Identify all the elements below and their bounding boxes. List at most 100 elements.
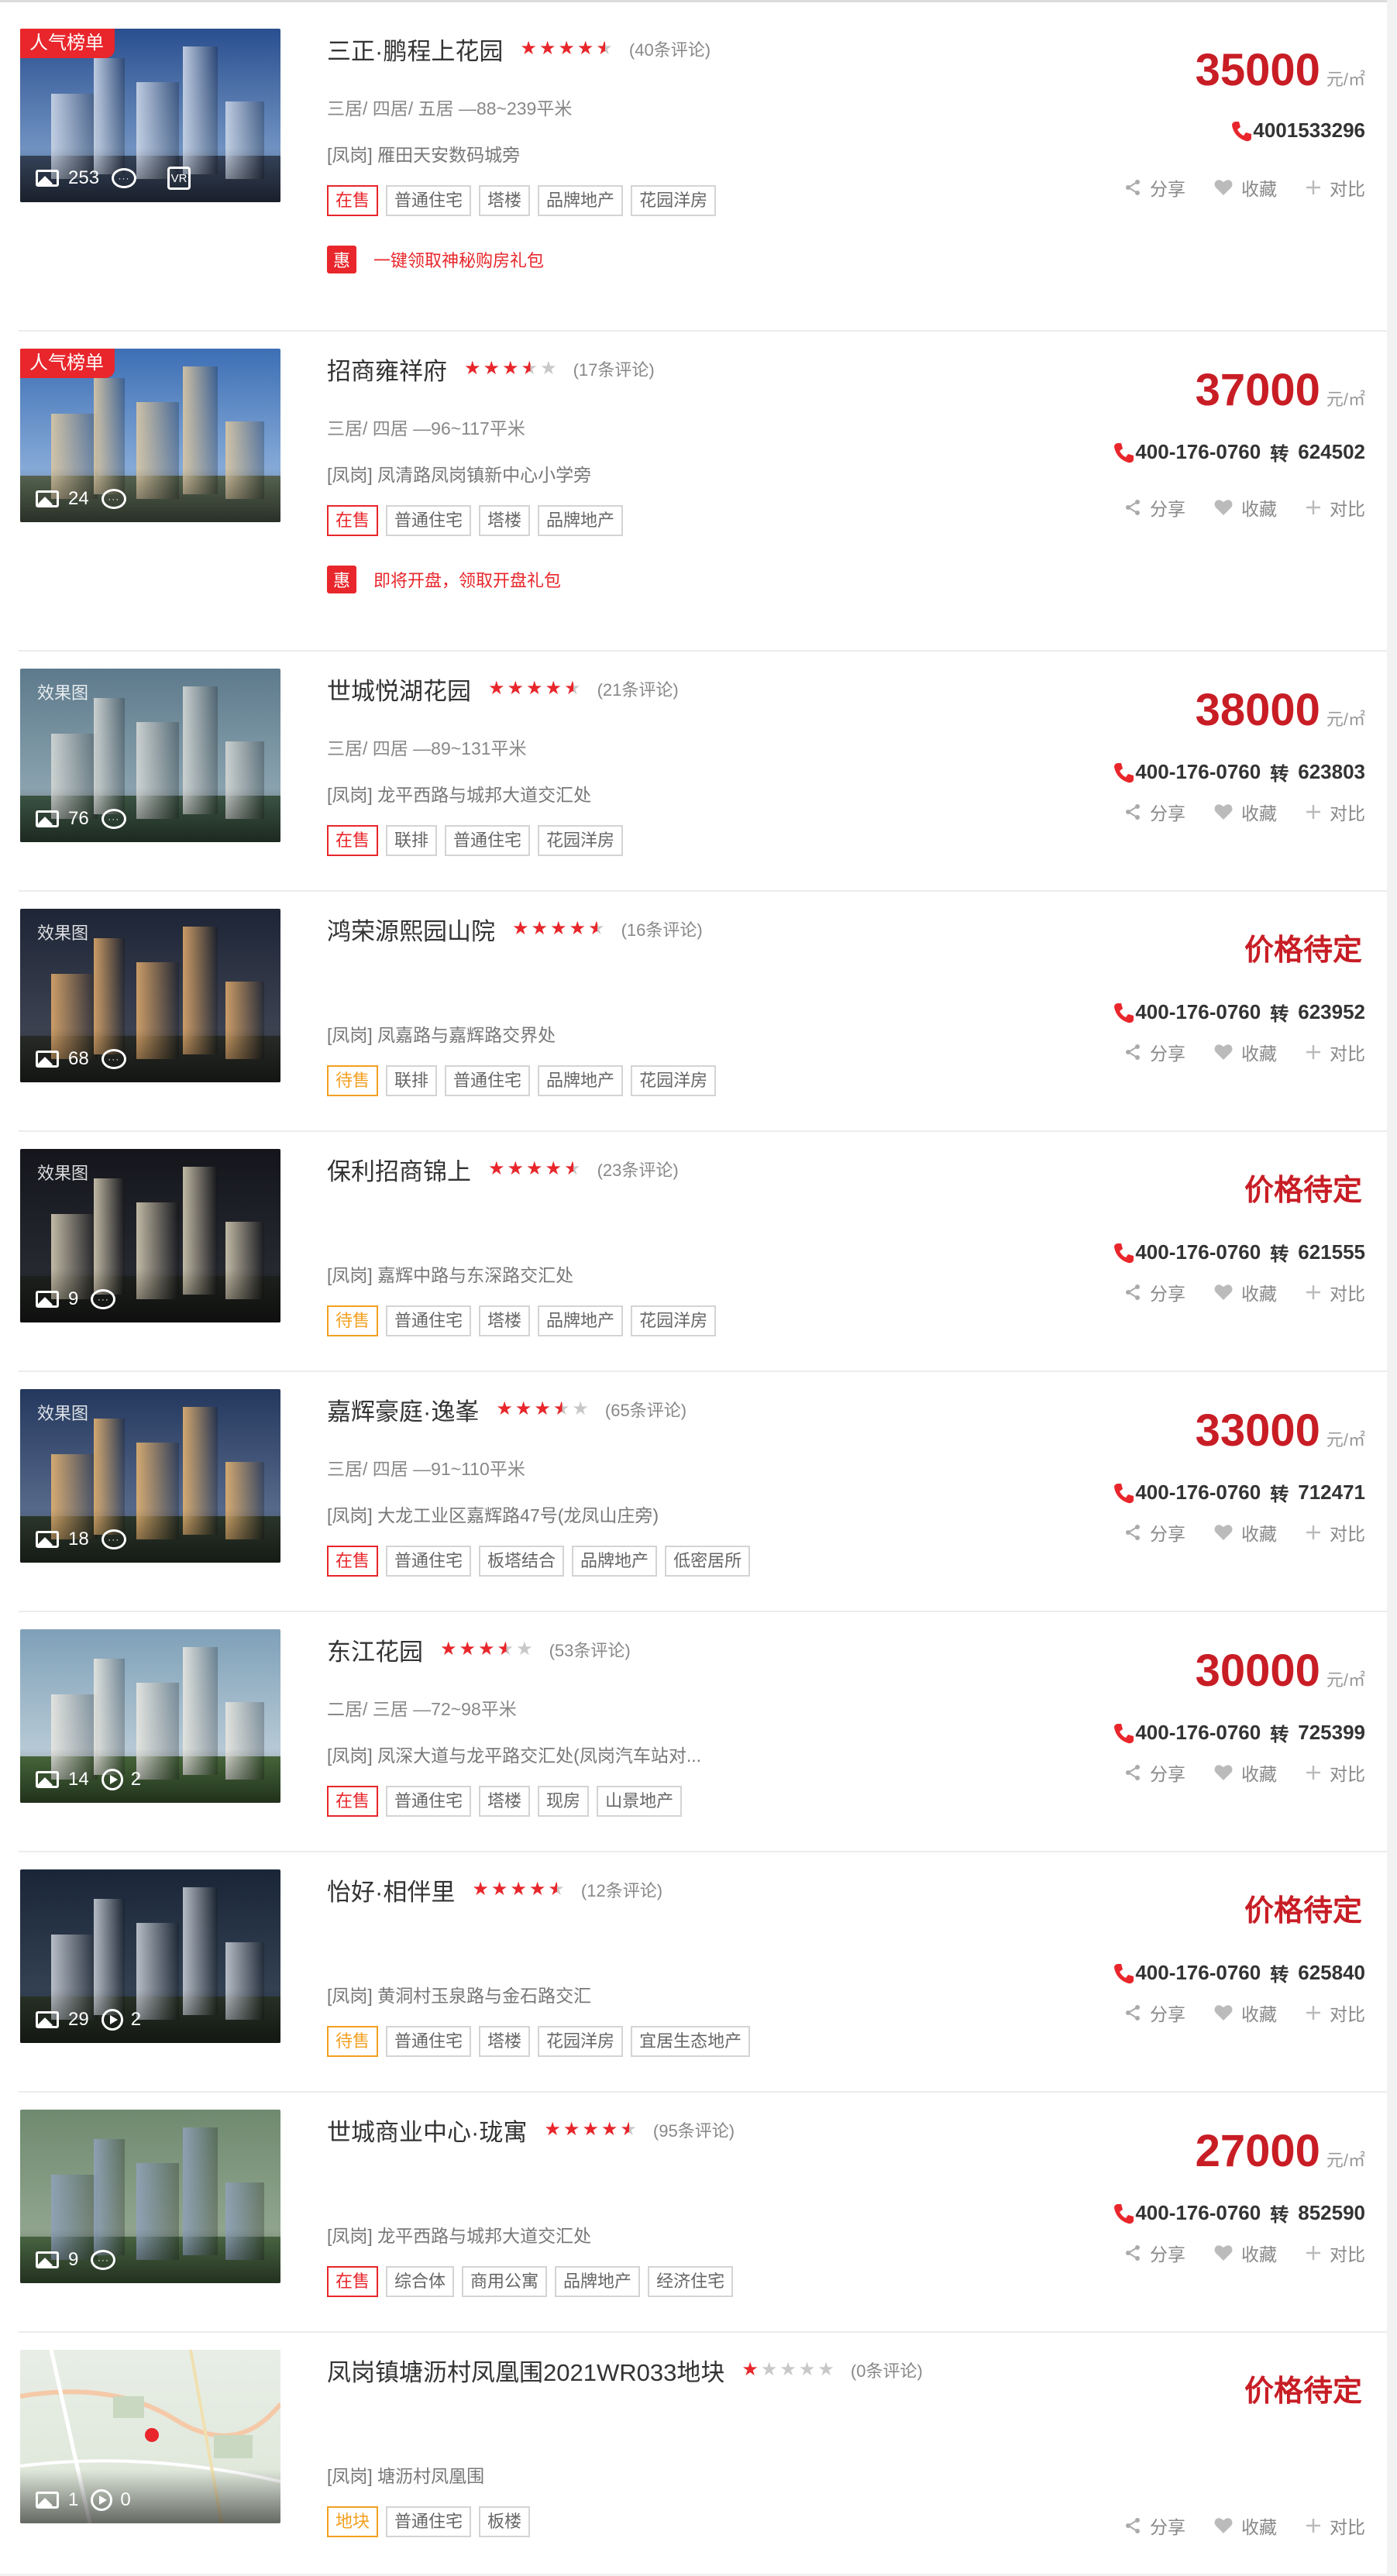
promo-banner[interactable]: 惠一键领取神秘购房礼包 <box>327 246 544 273</box>
favorite-button[interactable]: 收藏 <box>1213 2240 1277 2266</box>
review-count-link[interactable]: (21条评论) <box>597 676 679 701</box>
price-value: 35000 <box>1195 45 1320 95</box>
compare-button[interactable]: 对比 <box>1305 1519 1365 1546</box>
phone-contact[interactable]: 400-176-0760 转 852590 <box>1112 2199 1365 2227</box>
listing-title[interactable]: 东江花园 <box>327 1632 423 1667</box>
listing-info: 怡好·相伴里 ★ ★ ★ ★ ★ (12条评论) [凤岗] 黄洞村玉泉路与金石路交汇 待售 普通住… <box>327 1873 1024 2057</box>
phone-contact[interactable]: 400-176-0760 转 621555 <box>1112 1239 1365 1266</box>
feature-tag: 塔楼 <box>479 1305 531 1336</box>
review-count-link[interactable]: (95条评论) <box>653 2117 735 2142</box>
listing-item[interactable]: 1 0 凤岗镇塘沥村凤凰围2021WR033地块 ★ ★ ★ ★ ★ (0条评论) [凤岗] 塘沥… <box>0 2333 1387 2576</box>
listing-item[interactable]: 29 2 怡好·相伴里 ★ ★ ★ ★ ★ (12条评论) [凤岗] 黄洞村玉泉路与金石路交汇 待售… <box>0 1852 1387 2093</box>
listing-item[interactable]: 效果图 68 ··· 鸿荣源熙园山院 ★ ★ ★ ★ ★ (16条评论) [凤岗] 凤嘉路与嘉辉路交… <box>0 892 1387 1132</box>
review-count-link[interactable]: (53条评论) <box>549 1637 631 1662</box>
listing-title[interactable]: 世城商业中心·珑寓 <box>327 2113 527 2148</box>
compare-button[interactable]: 对比 <box>1305 2512 1365 2539</box>
share-label: 分享 <box>1150 2517 1185 2537</box>
listing-title[interactable]: 凤岗镇塘沥村凤凰围2021WR033地块 <box>327 2353 724 2388</box>
listing-item[interactable]: 效果图 76 ··· 世城悦湖花园 ★ ★ ★ ★ ★ (21条评论) 三居/ 四居 —89~131… <box>0 652 1387 892</box>
review-count-link[interactable]: (17条评论) <box>573 356 655 381</box>
compare-button[interactable]: 对比 <box>1305 494 1365 521</box>
listing-thumbnail[interactable]: 人气榜单 253 ··· VR <box>20 29 280 202</box>
share-button[interactable]: 分享 <box>1123 174 1185 201</box>
listing-title[interactable]: 招商雍祥府 <box>327 352 447 387</box>
review-count-link[interactable]: (0条评论) <box>851 2358 923 2382</box>
listing-thumbnail[interactable]: 人气榜单 24 ··· <box>20 349 280 522</box>
room-types: 三居/ 四居/ 五居 —88~239平米 <box>327 98 573 119</box>
promo-link[interactable]: 一键领取神秘购房礼包 <box>373 247 544 272</box>
review-count-link[interactable]: (12条评论) <box>581 1877 662 1902</box>
listing-item[interactable]: 9 ··· 世城商业中心·珑寓 ★ ★ ★ ★ ★ (95条评论) [凤岗] 龙平西路与城邦大道交… <box>0 2093 1387 2333</box>
phone-contact[interactable]: 400-176-0760 转 725399 <box>1112 1719 1365 1746</box>
review-count-link[interactable]: (23条评论) <box>597 1157 679 1181</box>
phone-contact[interactable]: 400-176-0760 转 625840 <box>1112 1959 1365 1986</box>
listing-title[interactable]: 三正·鹏程上花园 <box>327 32 503 67</box>
video-count: 2 <box>130 2009 142 2030</box>
favorite-button[interactable]: 收藏 <box>1213 2512 1277 2539</box>
vr-icon[interactable]: VR <box>167 167 191 190</box>
phone-contact[interactable]: 400-176-0760 转 712471 <box>1112 1479 1365 1506</box>
room-types: 三居/ 四居 —89~131平米 <box>327 738 527 758</box>
listing-title[interactable]: 世城悦湖花园 <box>327 672 471 707</box>
review-count-link[interactable]: (65条评论) <box>605 1397 686 1422</box>
compare-button[interactable]: 对比 <box>1305 1759 1365 1786</box>
promo-link[interactable]: 即将开盘，领取开盘礼包 <box>373 567 561 592</box>
listing-title[interactable]: 鸿荣源熙园山院 <box>327 912 495 947</box>
share-button[interactable]: 分享 <box>1123 2512 1185 2539</box>
video-play-icon <box>101 2009 123 2031</box>
share-button[interactable]: 分享 <box>1123 1519 1185 1546</box>
compare-button[interactable]: 对比 <box>1305 174 1365 201</box>
listing-item[interactable]: 人气榜单 24 ··· 招商雍祥府 ★ ★ ★ ★ ★ (17条评论) 三居/ 四居 —96~117… <box>0 332 1387 652</box>
phone-contact[interactable]: 400-176-0760 转 624502 <box>1112 439 1365 466</box>
listing-item[interactable]: 效果图 18 ··· 嘉辉豪庭·逸峯 ★ ★ ★ ★ ★ (65条评论) 三居/ 四居 —91~11… <box>0 1372 1387 1612</box>
phone-contact[interactable]: 4001533296 <box>1230 119 1365 143</box>
feature-tag: 塔楼 <box>479 505 531 536</box>
favorite-button[interactable]: 收藏 <box>1213 2000 1277 2026</box>
listing-thumbnail[interactable]: 14 2 <box>20 1629 280 1803</box>
phone-extension-separator: 转 <box>1270 444 1289 465</box>
listing-title[interactable]: 怡好·相伴里 <box>327 1873 455 1907</box>
share-button[interactable]: 分享 <box>1123 1039 1185 1065</box>
share-button[interactable]: 分享 <box>1123 494 1185 521</box>
promo-banner[interactable]: 惠即将开盘，领取开盘礼包 <box>327 566 561 593</box>
share-button[interactable]: 分享 <box>1123 2240 1185 2266</box>
compare-button[interactable]: 对比 <box>1305 1279 1365 1305</box>
phone-contact[interactable]: 400-176-0760 转 623803 <box>1112 758 1365 786</box>
listing-thumbnail[interactable]: 效果图 18 ··· <box>20 1389 280 1563</box>
star-icon: ★ <box>563 2119 580 2140</box>
listing-title[interactable]: 保利招商锦上 <box>327 1152 471 1187</box>
compare-button[interactable]: 对比 <box>1305 1039 1365 1065</box>
listing-item[interactable]: 人气榜单 253 ··· VR 三正·鹏程上花园 ★ ★ ★ ★ ★ (40条评论) 三居/ 四居/ … <box>0 12 1387 332</box>
favorite-button[interactable]: 收藏 <box>1213 799 1277 825</box>
compare-button[interactable]: 对比 <box>1305 2240 1365 2266</box>
star-icon: ★ <box>478 1639 495 1659</box>
listing-thumbnail[interactable]: 效果图 76 ··· <box>20 669 280 842</box>
listing-thumbnail[interactable]: 效果图 68 ··· <box>20 909 280 1082</box>
favorite-button[interactable]: 收藏 <box>1213 1759 1277 1786</box>
share-button[interactable]: 分享 <box>1123 799 1185 825</box>
listing-item[interactable]: 效果图 9 ··· 保利招商锦上 ★ ★ ★ ★ ★ (23条评论) [凤岗] 嘉辉中路与东深路交汇… <box>0 1132 1387 1372</box>
listing-item[interactable]: 14 2 东江花园 ★ ★ ★ ★ ★ (53条评论) 二居/ 三居 —72~98平米 [凤岗] 凤… <box>0 1612 1387 1852</box>
share-button[interactable]: 分享 <box>1123 1279 1185 1305</box>
listing-thumbnail[interactable]: 效果图 9 ··· <box>20 1149 280 1322</box>
phone-contact[interactable]: 400-176-0760 转 623952 <box>1112 999 1365 1026</box>
listing-thumbnail[interactable]: 29 2 <box>20 1869 280 2043</box>
review-count-link[interactable]: (16条评论) <box>621 917 703 941</box>
review-count-link[interactable]: (40条评论) <box>629 36 711 61</box>
photo-icon <box>36 810 59 827</box>
compare-button[interactable]: 对比 <box>1305 799 1365 825</box>
favorite-button[interactable]: 收藏 <box>1213 174 1277 201</box>
favorite-button[interactable]: 收藏 <box>1213 1519 1277 1546</box>
favorite-button[interactable]: 收藏 <box>1213 1279 1277 1305</box>
listing-title[interactable]: 嘉辉豪庭·逸峯 <box>327 1392 479 1427</box>
share-button[interactable]: 分享 <box>1123 1759 1185 1786</box>
listing-thumbnail[interactable]: 9 ··· <box>20 2110 280 2283</box>
share-button[interactable]: 分享 <box>1123 2000 1185 2026</box>
listing-thumbnail[interactable]: 10 <box>20 2350 280 2523</box>
compare-button[interactable]: 对比 <box>1305 2000 1365 2026</box>
sale-status-tag: 在售 <box>327 505 379 536</box>
favorite-button[interactable]: 收藏 <box>1213 1039 1277 1065</box>
favorite-button[interactable]: 收藏 <box>1213 494 1277 521</box>
share-icon <box>1126 1765 1140 1780</box>
feature-tag: 综合体 <box>386 2266 455 2297</box>
